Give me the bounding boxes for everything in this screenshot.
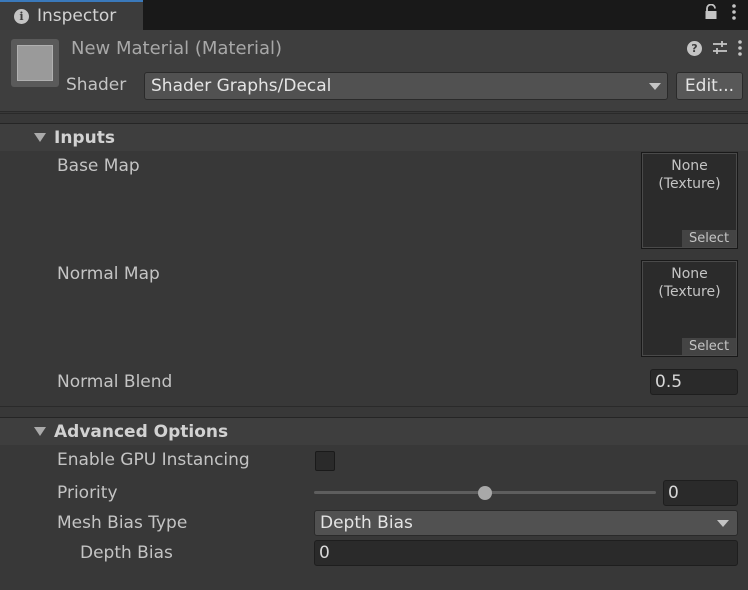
inputs-foldout[interactable]: Inputs [0, 123, 748, 151]
tab-inspector[interactable]: i Inspector [0, 0, 143, 30]
base-map-slot-text: None (Texture) [658, 158, 721, 192]
help-icon[interactable]: ? [687, 40, 702, 56]
normal-map-label: Normal Map [57, 264, 160, 284]
priority-slider-thumb[interactable] [478, 486, 492, 500]
mesh-bias-type-value: Depth Bias [320, 513, 413, 533]
info-icon: i [14, 8, 29, 24]
kebab-menu-icon[interactable] [738, 40, 742, 56]
lock-icon[interactable] [704, 4, 718, 20]
advanced-options-title: Advanced Options [54, 421, 229, 442]
foldout-triangle-icon [34, 427, 46, 436]
material-preview [11, 39, 59, 87]
header-icons: ? [687, 40, 742, 56]
advanced-options-foldout[interactable]: Advanced Options [0, 417, 748, 445]
foldout-triangle-icon [34, 133, 46, 142]
mesh-bias-type-label: Mesh Bias Type [57, 513, 188, 533]
depth-bias-label: Depth Bias [80, 543, 173, 563]
normal-map-select-button[interactable]: Select [682, 338, 736, 355]
normal-blend-field[interactable]: 0.5 [650, 369, 738, 395]
chevron-down-icon [649, 82, 661, 90]
gpu-instancing-label: Enable GPU Instancing [57, 450, 250, 470]
mesh-bias-type-dropdown[interactable]: Depth Bias [314, 510, 738, 536]
section-divider [0, 406, 748, 416]
base-map-select-button[interactable]: Select [682, 230, 736, 247]
section-divider [0, 113, 748, 123]
tab-bar: i Inspector [0, 0, 748, 30]
base-map-texture-slot[interactable]: None (Texture) Select [641, 152, 738, 249]
presets-icon[interactable] [712, 40, 728, 56]
normal-blend-label: Normal Blend [57, 372, 173, 392]
tab-tools [704, 4, 736, 20]
base-map-label: Base Map [57, 156, 140, 176]
edit-shader-button[interactable]: Edit... [676, 72, 743, 100]
chevron-down-icon [717, 519, 729, 527]
priority-field[interactable]: 0 [663, 480, 738, 506]
tab-label: Inspector [37, 6, 117, 26]
depth-bias-field[interactable]: 0 [314, 540, 738, 566]
inputs-title: Inputs [54, 127, 115, 148]
kebab-menu-icon[interactable] [732, 4, 736, 20]
material-title: New Material (Material) [71, 38, 282, 59]
normal-map-slot-text: None (Texture) [658, 266, 721, 300]
shader-label: Shader [66, 75, 127, 95]
shader-dropdown[interactable]: Shader Graphs/Decal [144, 72, 668, 100]
material-header: New Material (Material) ? Shader Shader … [0, 30, 748, 112]
normal-map-texture-slot[interactable]: None (Texture) Select [641, 260, 738, 357]
gpu-instancing-checkbox[interactable] [315, 451, 335, 471]
priority-label: Priority [57, 483, 118, 503]
shader-dropdown-value: Shader Graphs/Decal [151, 76, 332, 96]
